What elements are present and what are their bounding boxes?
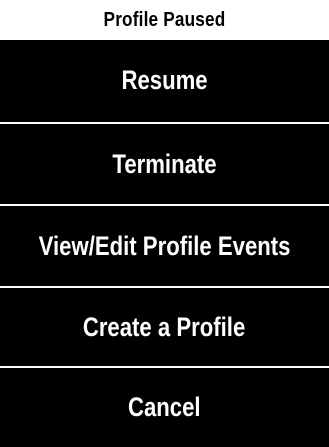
action-menu: Resume Terminate View/Edit Profile Event… — [0, 40, 329, 447]
dialog-title: Profile Paused — [103, 8, 226, 31]
resume-button-label: Resume — [121, 64, 208, 95]
create-profile-button[interactable]: Create a Profile — [0, 288, 329, 366]
create-profile-button-label: Create a Profile — [83, 311, 246, 342]
profile-paused-dialog: Profile Paused Resume Terminate View/Edi… — [0, 0, 329, 447]
cancel-button[interactable]: Cancel — [0, 368, 329, 447]
resume-button[interactable]: Resume — [0, 40, 329, 120]
cancel-button-label: Cancel — [128, 392, 201, 422]
terminate-button[interactable]: Terminate — [0, 124, 329, 204]
terminate-button-label: Terminate — [112, 148, 217, 179]
view-edit-profile-events-button-label: View/Edit Profile Events — [38, 230, 291, 261]
view-edit-profile-events-button[interactable]: View/Edit Profile Events — [0, 206, 329, 286]
